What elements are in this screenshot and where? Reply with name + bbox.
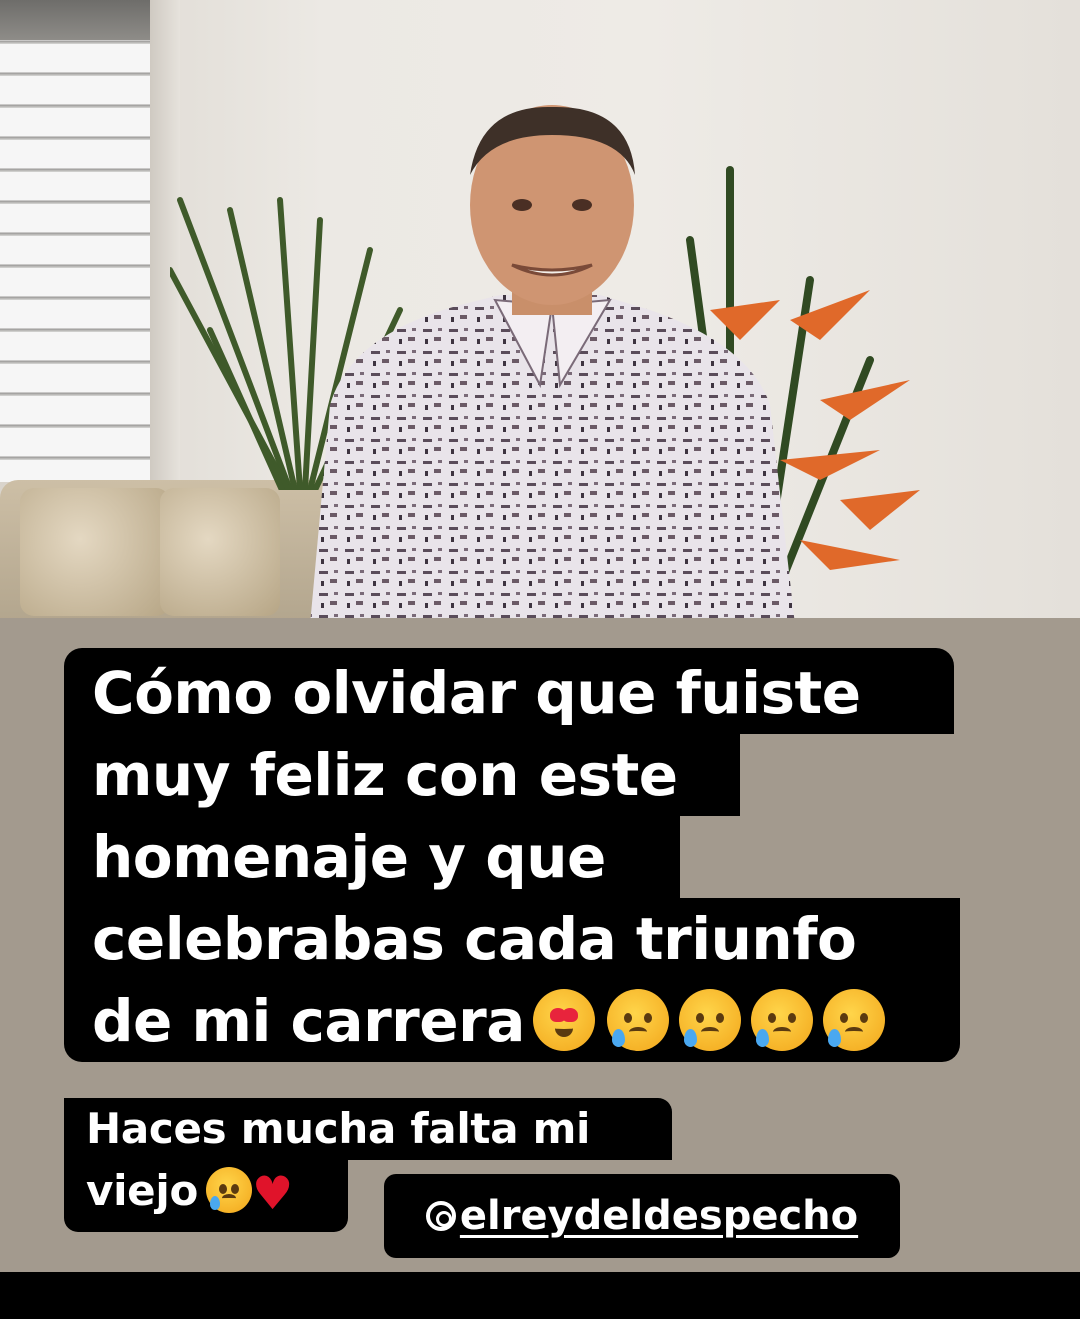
heart-eyes-emoji-icon [532,989,595,1051]
sad-tear-emoji-icon [822,989,885,1051]
mention-handle: elreydeldespecho [459,1193,859,1239]
window-blind [0,12,156,482]
red-heart-icon: ♥ [252,1166,293,1220]
sad-tear-emoji-icon [678,989,741,1051]
cushion [20,488,170,616]
bottom-bar [0,1272,1080,1319]
photo [0,0,1080,618]
caption-line: muy feliz con este [64,734,740,816]
caption-line-text: de mi carrera [92,987,525,1055]
sad-tear-emoji-icon [750,989,813,1051]
blind-header [0,0,162,40]
caption-line-with-emoji: de mi carrera [64,980,960,1062]
caption-line: Haces mucha falta mi [64,1098,672,1160]
story-caption-main: Cómo olvidar que fuiste muy feliz con es… [64,648,964,1062]
caption-line-text: viejo [86,1166,199,1215]
story-canvas: Cómo olvidar que fuiste muy feliz con es… [0,0,1080,1272]
cushion [160,488,280,616]
sad-tear-emoji-icon [606,989,669,1051]
caption-line-with-emoji: viejo ♥ [64,1160,348,1232]
caption-line: Cómo olvidar que fuiste [64,648,954,734]
sad-tear-emoji-icon [206,1167,253,1213]
mention-sticker[interactable]: elreydeldespecho [384,1174,900,1258]
person [310,105,795,618]
caption-line: celebrabas cada triunfo [64,898,960,980]
caption-line: homenaje y que [64,816,680,898]
threads-at-icon [425,1201,456,1231]
